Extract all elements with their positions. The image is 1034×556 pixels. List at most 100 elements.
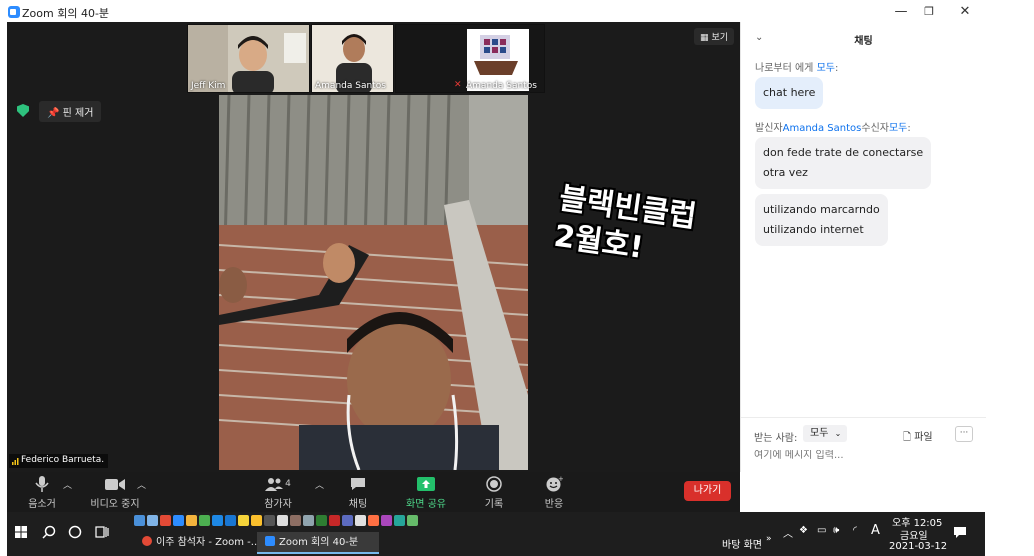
chat-message: chat here	[755, 77, 824, 109]
chat-label: 채팅	[348, 499, 368, 510]
file-icon: 🗋	[903, 432, 912, 443]
recipient-name[interactable]: 모두	[817, 63, 835, 74]
maximize-button[interactable]: ❐	[916, 3, 942, 21]
video-camera-icon	[105, 478, 125, 490]
chat-button[interactable]: 채팅	[341, 475, 375, 510]
chrome-icon[interactable]	[160, 515, 171, 526]
app-icon[interactable]	[368, 515, 379, 526]
overlay-caption: 블랙빈클럽 2월호!	[551, 180, 699, 266]
recipient-name[interactable]: 모두	[889, 123, 907, 134]
chat-message: don fede trate de conectarse otra vez	[755, 137, 932, 189]
unpin-button[interactable]: 📌 핀 제거	[39, 101, 102, 122]
windows-start-icon[interactable]	[15, 526, 27, 538]
chat-message-input[interactable]	[754, 450, 974, 461]
app-icon[interactable]	[316, 515, 327, 526]
reactions-button[interactable]: + 반응	[539, 475, 569, 510]
app-icon[interactable]	[238, 515, 249, 526]
thumbnail-name: Jeff Kim	[191, 81, 226, 91]
thumbnail-video-3[interactable]: Amanda Santos ✕	[395, 24, 545, 93]
cortana-icon[interactable]	[68, 525, 82, 539]
battery-icon[interactable]: ▭	[817, 525, 826, 536]
sender-prefix: 나로부터 에게	[755, 63, 817, 74]
task-view-icon[interactable]	[95, 525, 109, 539]
dropbox-tray-icon[interactable]: ❖	[799, 525, 808, 536]
taskbar-item-label: Zoom 회의 40-분	[279, 537, 359, 548]
app-icon[interactable]	[264, 515, 275, 526]
sender-name[interactable]: Amanda Santos	[783, 123, 862, 134]
more-options-button[interactable]: ···	[955, 426, 973, 442]
input-method-indicator[interactable]: A	[871, 523, 880, 538]
volume-icon[interactable]: 🕪	[833, 525, 839, 536]
sender-suffix: :	[907, 123, 911, 134]
file-button[interactable]: 🗋 파일	[903, 428, 933, 447]
thumbnail-video-1[interactable]: Jeff Kim	[187, 24, 310, 93]
meeting-toolbar: 음소거 ︿ 비디오 중지 ︿ 4 참가자 ︿ 채팅 화면 공유 기록 + 반응 …	[7, 472, 740, 512]
chat-footer: 받는 사람: 모두 ⌄ 🗋 파일 ···	[741, 417, 986, 472]
close-button[interactable]: ✕	[952, 3, 978, 21]
stop-video-button[interactable]: 비디오 중지	[87, 475, 143, 510]
recipient-select[interactable]: 모두 ⌄	[803, 425, 847, 442]
taskbar-item-label: 이주 참석자 - Zoom -...	[156, 537, 261, 548]
clock-date[interactable]: 2021-03-12	[889, 541, 947, 552]
pin-icon: 📌	[47, 108, 60, 119]
desktop-toolbar-label[interactable]: 바탕 화면	[722, 536, 762, 551]
taskbar-item-zoom[interactable]: Zoom 회의 40-분	[257, 532, 379, 554]
clock-weekday[interactable]: 금요일	[900, 527, 928, 542]
smiley-reaction-icon: +	[546, 476, 563, 492]
chat-message: utilizando marcarndo utilizando internet	[755, 194, 888, 246]
chevron-up-icon[interactable]: ︿	[783, 525, 793, 540]
mute-button[interactable]: 음소거	[25, 475, 59, 510]
chat-sender-line: 나로부터 에게 모두:	[755, 59, 838, 74]
app-icon[interactable]	[394, 515, 405, 526]
app-icon[interactable]	[134, 515, 145, 526]
share-screen-button[interactable]: 화면 공유	[401, 475, 451, 510]
minimize-button[interactable]: —	[888, 3, 914, 21]
meeting-area: Jeff Kim Amanda Santos Amanda Santos ✕ ▦…	[7, 22, 740, 472]
kakaotalk-icon[interactable]	[251, 515, 262, 526]
grid-icon: ▦	[700, 33, 709, 43]
app-icon[interactable]	[199, 515, 210, 526]
app-icon[interactable]	[303, 515, 314, 526]
leave-meeting-button[interactable]: 나가기	[684, 481, 731, 501]
app-icon[interactable]	[342, 515, 353, 526]
microphone-icon	[35, 476, 49, 492]
pinned-apps-strip	[134, 512, 418, 529]
stop-video-label: 비디오 중지	[90, 499, 140, 510]
zoom-app-icon	[8, 6, 20, 18]
app-icon[interactable]	[277, 515, 288, 526]
thumbnail-name: Amanda Santos	[466, 81, 537, 91]
mute-options-chevron-icon[interactable]: ︿	[63, 478, 72, 491]
app-icon[interactable]	[173, 515, 184, 526]
dropbox-icon[interactable]	[212, 515, 223, 526]
participants-icon	[265, 478, 284, 491]
view-label: 보기	[711, 33, 728, 43]
sender-prefix: 발신자	[755, 123, 783, 134]
chat-sender-line: 발신자Amanda Santos수신자모두:	[755, 119, 911, 134]
app-icon[interactable]	[407, 515, 418, 526]
app-icon[interactable]	[381, 515, 392, 526]
thumbnail-video-2[interactable]: Amanda Santos	[311, 24, 394, 93]
chrome-icon	[142, 536, 152, 546]
record-button[interactable]: 기록	[479, 475, 509, 510]
wifi-icon[interactable]: ◜	[853, 525, 857, 536]
view-button[interactable]: ▦ 보기	[694, 28, 734, 45]
folder-icon[interactable]	[186, 515, 197, 526]
edge-icon[interactable]	[225, 515, 236, 526]
app-icon[interactable]	[355, 515, 366, 526]
app-icon[interactable]	[290, 515, 301, 526]
active-speaker-label: Federico Barrueta.	[9, 454, 109, 468]
security-shield-icon[interactable]	[17, 104, 29, 117]
chevron-right-icon[interactable]: »	[766, 534, 772, 544]
muted-mic-icon: ✕	[454, 80, 462, 90]
video-options-chevron-icon[interactable]: ︿	[137, 478, 146, 491]
search-icon[interactable]	[42, 525, 56, 539]
participants-button[interactable]: 4 참가자	[261, 475, 295, 510]
windows-taskbar: 이주 참석자 - Zoom -... Zoom 회의 40-분 바탕 화면 » …	[7, 512, 985, 556]
app-icon[interactable]	[147, 515, 158, 526]
main-speaker-video	[219, 95, 528, 470]
taskbar-item-chrome[interactable]: 이주 참석자 - Zoom -...	[134, 532, 260, 554]
participants-options-chevron-icon[interactable]: ︿	[315, 478, 324, 491]
notifications-icon[interactable]	[953, 526, 967, 539]
record-icon	[486, 476, 502, 492]
app-icon[interactable]	[329, 515, 340, 526]
